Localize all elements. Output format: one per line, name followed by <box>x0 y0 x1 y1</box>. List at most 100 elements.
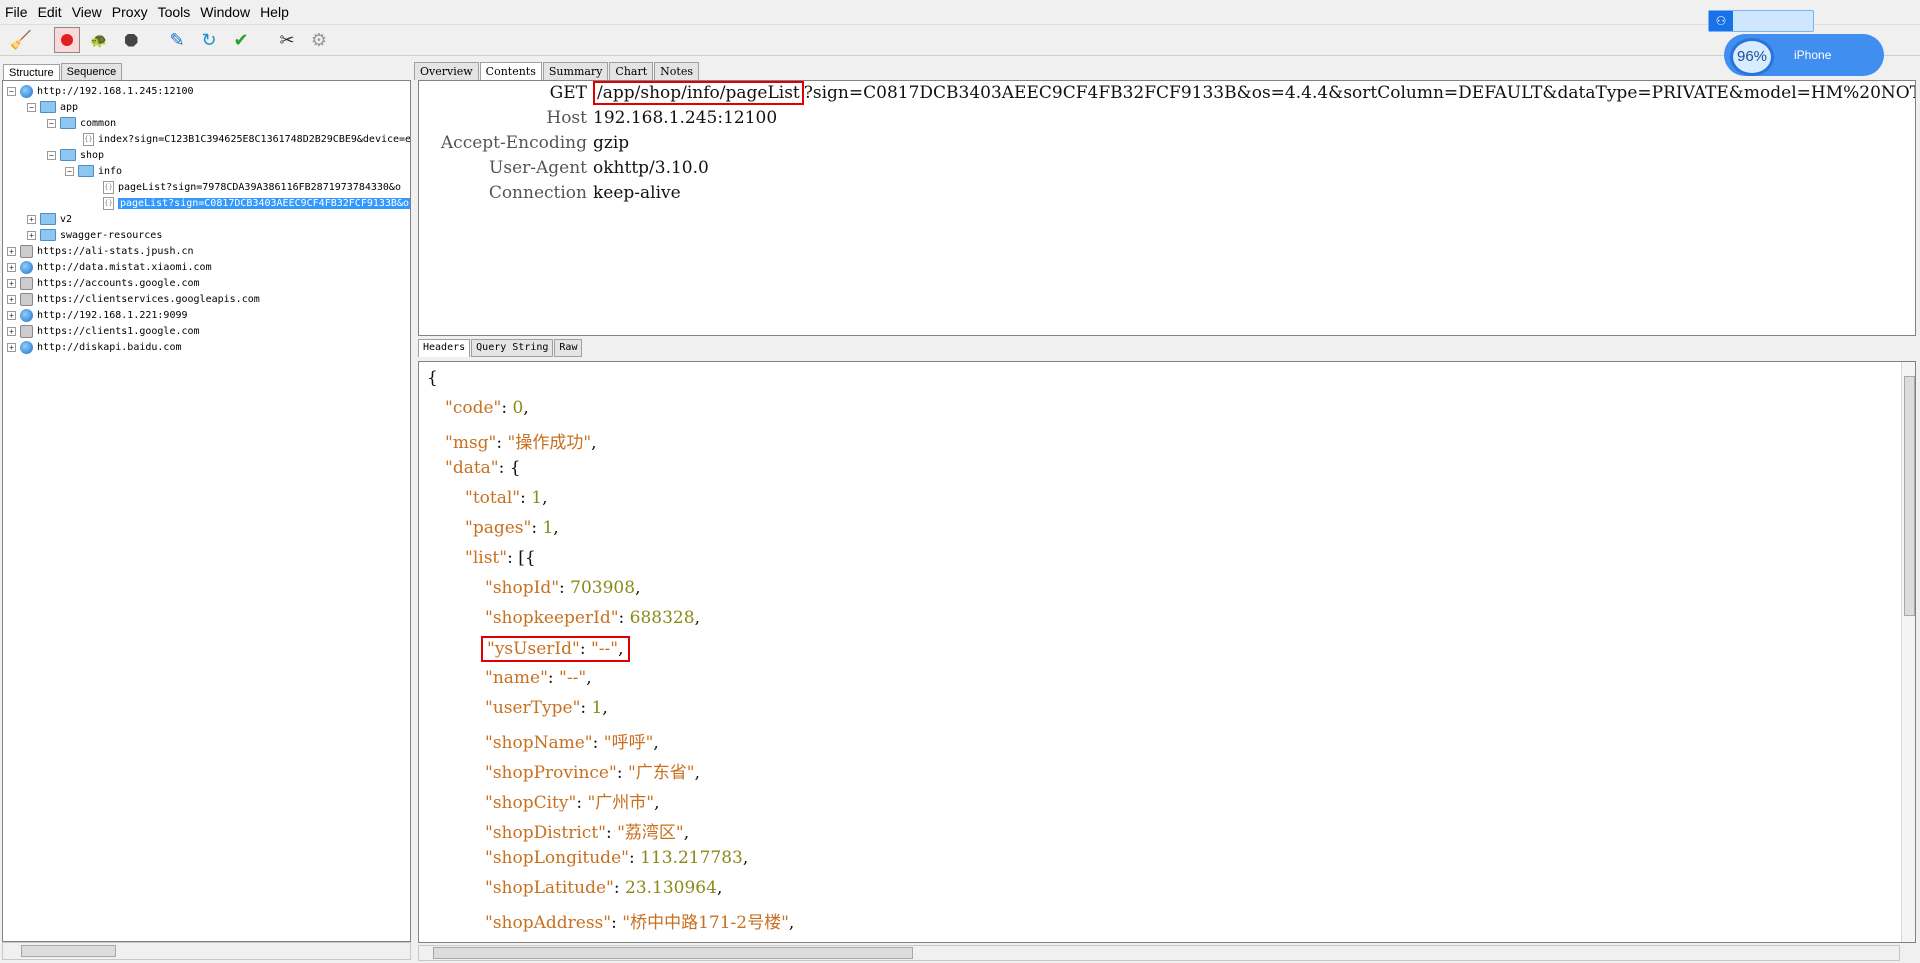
widget-bar: ⚇ <box>1708 10 1814 32</box>
tree-horizontal-scrollbar[interactable] <box>2 942 411 960</box>
json-line: "shopAddress": "桥中中路171-2号楼", <box>485 913 795 933</box>
globe-icon <box>20 308 33 322</box>
settings-icon[interactable]: ⚙ <box>306 27 332 53</box>
expand-icon[interactable]: + <box>7 262 16 272</box>
lock-icon <box>20 244 33 258</box>
tree-node[interactable]: + https://clients1.google.com <box>7 323 200 339</box>
menu-tools[interactable]: Tools <box>157 3 192 21</box>
tree-node[interactable]: + swagger-resources <box>27 227 162 243</box>
json-line-highlighted: "ysUserId": "--", <box>481 636 630 662</box>
file-icon: {} <box>103 196 114 210</box>
json-line: { <box>427 368 438 388</box>
collapse-icon[interactable]: − <box>7 86 16 96</box>
json-line: "shopProvince": "广东省", <box>485 763 700 783</box>
header-row: Host 192.168.1.245:12100 <box>546 108 778 128</box>
json-line: "shopCity": "广州市", <box>485 793 660 813</box>
collapse-icon[interactable]: − <box>65 166 74 176</box>
header-row: User-Agent okhttp/3.10.0 <box>489 158 709 178</box>
collapse-icon[interactable]: − <box>47 118 56 128</box>
response-vertical-scrollbar[interactable] <box>1901 362 1915 942</box>
broom-icon[interactable]: 🧹 <box>8 27 34 53</box>
tree-node[interactable]: + https://accounts.google.com <box>7 275 200 291</box>
tab-headers[interactable]: Headers <box>418 339 471 357</box>
request-method: GET <box>549 83 587 103</box>
expand-icon[interactable]: + <box>7 278 16 288</box>
json-line: "shopLongitude": 113.217783, <box>485 848 749 868</box>
tree-node[interactable]: {} pageList?sign=7978CDA39A386116FB287197… <box>103 179 401 195</box>
response-horizontal-scrollbar[interactable] <box>418 945 1900 961</box>
tab-overview[interactable]: Overview <box>414 62 479 80</box>
stop-icon[interactable] <box>118 27 144 53</box>
request-query: ?sign=C0817DCB3403AEEC9CF4FB32FCF9133B&o… <box>803 83 1916 103</box>
json-line: "shopkeeperId": 688328, <box>485 608 700 628</box>
tree-node[interactable]: + http://192.168.1.221:9099 <box>7 307 188 323</box>
globe-icon <box>20 84 33 98</box>
tree-node[interactable]: + https://clientservices.googleapis.com <box>7 291 260 307</box>
tree-node[interactable]: − http://192.168.1.245:12100 <box>7 83 194 99</box>
check-icon[interactable]: ✔ <box>228 27 254 53</box>
expand-icon[interactable]: + <box>7 342 16 352</box>
folder-icon <box>78 165 94 177</box>
tab-raw[interactable]: Raw <box>554 339 583 357</box>
tab-structure[interactable]: Structure <box>3 64 60 81</box>
file-icon: {} <box>83 132 94 146</box>
device-name: iPhone <box>1794 48 1832 62</box>
pen-icon[interactable]: ✎ <box>164 27 190 53</box>
expand-icon[interactable]: + <box>7 310 16 320</box>
tree-node[interactable]: − info <box>65 163 122 179</box>
header-row: Connection keep-alive <box>488 183 681 203</box>
folder-icon <box>40 229 56 241</box>
response-json-pane: { "code": 0, "msg": "操作成功", "data": { "t… <box>418 361 1916 943</box>
tree-node[interactable]: − app <box>27 99 78 115</box>
json-line: "name": "--", <box>485 668 592 688</box>
toolbar: 🧹 🐢 ✎ ↻ ✔ ✂ ⚙ <box>0 25 1920 56</box>
structure-panel: Structure Sequence − http://192.168.1.245… <box>0 58 411 963</box>
refresh-icon[interactable]: ↻ <box>196 27 222 53</box>
menu-edit[interactable]: Edit <box>37 3 63 21</box>
app-logo-icon: ⚇ <box>1709 11 1733 31</box>
tab-contents[interactable]: Contents <box>479 62 542 80</box>
tree-node[interactable]: − shop <box>47 147 104 163</box>
globe-icon <box>20 260 33 274</box>
tree-node-selected[interactable]: {} pageList?sign=C0817DCB3403AEEC9CF4FB32… <box>103 195 410 211</box>
tab-chart[interactable]: Chart <box>609 62 654 80</box>
json-line: "pages": 1, <box>465 518 559 538</box>
menu-file[interactable]: File <box>4 3 29 21</box>
folder-icon <box>40 101 56 113</box>
request-path: /app/shop/info/pageList <box>593 81 804 105</box>
menu-view[interactable]: View <box>71 3 103 21</box>
json-line: "shopDistrict": "荔湾区", <box>485 823 690 843</box>
tab-query-string[interactable]: Query String <box>471 339 554 357</box>
expand-icon[interactable]: + <box>7 246 16 256</box>
folder-icon <box>60 149 76 161</box>
tree-node[interactable]: + https://ali-stats.jpush.cn <box>7 243 194 259</box>
collapse-icon[interactable]: − <box>27 102 36 112</box>
menu-help[interactable]: Help <box>259 3 290 21</box>
turtle-icon[interactable]: 🐢 <box>86 27 112 53</box>
json-line: "userType": 1, <box>485 698 608 718</box>
tab-sequence[interactable]: Sequence <box>60 63 123 80</box>
floating-monitor-widget[interactable]: ⚇ 96% iPhone <box>1708 10 1884 80</box>
record-icon[interactable] <box>54 27 80 53</box>
tree-node[interactable]: − common <box>47 115 116 131</box>
request-line: GET /app/shop/info/pageList ?sign=C0817DC… <box>419 81 1916 107</box>
json-line: "shopId": 703908, <box>485 578 641 598</box>
tools-icon[interactable]: ✂ <box>274 27 300 53</box>
menu-bar: File Edit View Proxy Tools Window Help <box>0 0 1920 25</box>
menu-proxy[interactable]: Proxy <box>111 3 149 21</box>
json-line: "data": { <box>445 458 521 478</box>
menu-window[interactable]: Window <box>199 3 251 21</box>
tree-node[interactable]: {} index?sign=C123B1C394625E8C1361748D2B2… <box>83 131 410 147</box>
tree-node[interactable]: + http://diskapi.baidu.com <box>7 339 182 355</box>
tab-summary[interactable]: Summary <box>542 62 609 80</box>
expand-icon[interactable]: + <box>27 214 36 224</box>
tree-node[interactable]: + v2 <box>27 211 72 227</box>
lock-icon <box>20 292 33 306</box>
tab-notes[interactable]: Notes <box>654 62 699 80</box>
expand-icon[interactable]: + <box>7 294 16 304</box>
json-line: "shopName": "呼呼", <box>485 733 659 753</box>
tree-node[interactable]: + http://data.mistat.xiaomi.com <box>7 259 212 275</box>
expand-icon[interactable]: + <box>7 326 16 336</box>
collapse-icon[interactable]: − <box>47 150 56 160</box>
expand-icon[interactable]: + <box>27 230 36 240</box>
